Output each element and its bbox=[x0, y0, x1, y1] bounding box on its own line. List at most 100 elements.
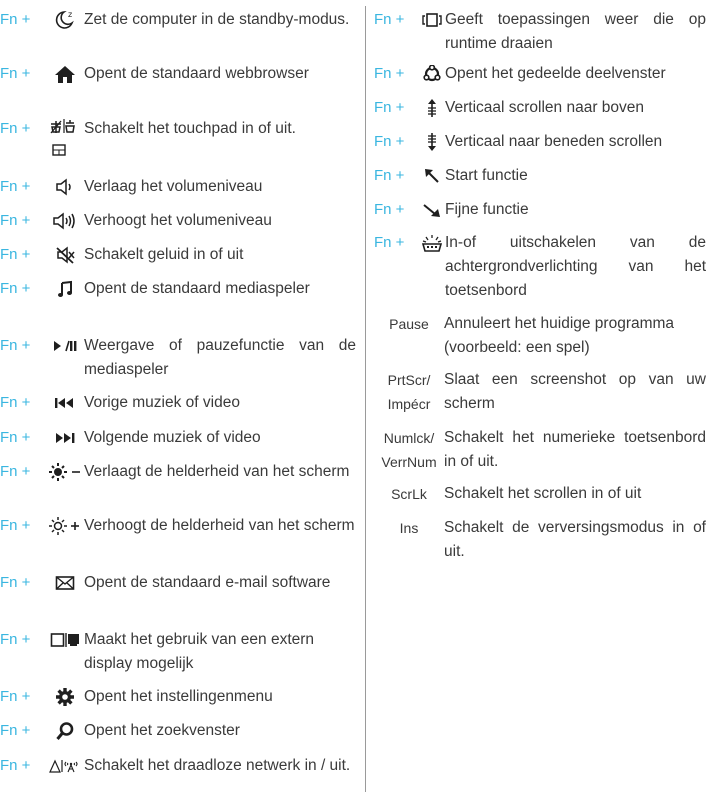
list-item: Fn + Opent het instellingenmenu bbox=[0, 685, 362, 709]
scroll-down-icon bbox=[419, 130, 445, 154]
share-icon bbox=[419, 62, 445, 86]
fn-key-label: Fn + bbox=[0, 120, 31, 137]
key-label-line1: Numlck/ bbox=[383, 430, 435, 446]
item-description: Weergave of pauzefunctie van de mediaspe… bbox=[84, 337, 356, 378]
key-label: PrtScr/Impécr bbox=[374, 368, 444, 416]
list-item: Fn + Schakelt het touchpad in of uit. bbox=[0, 117, 362, 156]
music-note-icon bbox=[46, 277, 84, 301]
volume-down-icon bbox=[46, 175, 84, 199]
moon-zz-icon: z bbox=[46, 8, 84, 32]
list-item: Fn + Vorige muziek of video bbox=[0, 391, 362, 415]
list-item: Fn + Opent de standaard mediaspeler bbox=[0, 277, 362, 301]
key-item: PrtScr/Impécr Slaat een screenshot op va… bbox=[374, 368, 712, 416]
search-icon bbox=[46, 719, 84, 743]
fn-key-label: Fn + bbox=[0, 11, 31, 28]
list-item: Fn + In-of uitschakelen van de achtergro… bbox=[374, 231, 712, 303]
list-item: Fn + Geeft toepassingen weer die op runt… bbox=[374, 8, 712, 56]
key-label-line1: PrtScr/ bbox=[387, 372, 431, 388]
item-description: Annuleert het huidige programma (voorbee… bbox=[444, 315, 675, 356]
key-label: Ins bbox=[399, 520, 419, 536]
item-description: Geeft toepassingen weer die op runtime d… bbox=[445, 11, 706, 52]
item-description: Volgende muziek of video bbox=[84, 429, 261, 446]
fn-key-label: Fn + bbox=[0, 688, 31, 705]
list-item: Fn + Opent de standaard e-mail software bbox=[0, 571, 362, 595]
list-item: Fn + Opent het gedeelde deelvenster bbox=[374, 62, 712, 86]
list-item: Fn + Fijne functie bbox=[374, 198, 712, 222]
list-item: Fn + Schakelt geluid in of uit bbox=[0, 243, 362, 267]
fn-key-label: Fn + bbox=[0, 722, 31, 739]
fn-key-label: Fn + bbox=[374, 99, 405, 116]
external-display-icon bbox=[46, 628, 84, 652]
item-description: Schakelt het draadloze netwerk in / uit. bbox=[84, 757, 351, 774]
item-description: Vorige muziek of video bbox=[84, 394, 240, 411]
list-item: Fn + z Zet de computer in de standby-mod… bbox=[0, 8, 362, 32]
item-description: Schakelt het touchpad in of uit. bbox=[84, 120, 296, 137]
list-item: Fn + Volgende muziek of video bbox=[0, 426, 362, 450]
fn-key-label: Fn + bbox=[374, 65, 405, 82]
play-pause-icon bbox=[46, 334, 84, 358]
list-item: Fn + Start functie bbox=[374, 164, 712, 188]
key-label-line2: VerrNum bbox=[381, 454, 437, 470]
item-description: Verlaag het volumeniveau bbox=[84, 178, 263, 195]
email-icon bbox=[46, 571, 84, 595]
item-description: Opent het instellingenmenu bbox=[84, 688, 273, 705]
item-description: Fijne functie bbox=[445, 201, 529, 218]
keyboard-backlight-icon bbox=[419, 231, 445, 255]
item-description: Slaat een screenshot op van uw scherm bbox=[444, 371, 706, 412]
fn-key-label: Fn + bbox=[374, 11, 405, 28]
touchpad-icon bbox=[46, 117, 84, 156]
item-description: Opent de standaard mediaspeler bbox=[84, 280, 310, 297]
item-description: Start functie bbox=[445, 167, 528, 184]
fn-key-label: Fn + bbox=[374, 167, 405, 184]
list-item: Fn + Verticaal naar beneden scrollen bbox=[374, 130, 712, 154]
scroll-up-icon bbox=[419, 96, 445, 120]
running-apps-icon bbox=[419, 8, 445, 32]
key-item: Ins Schakelt de verversingsmodus in of u… bbox=[374, 516, 712, 564]
fn-key-label: Fn + bbox=[374, 201, 405, 218]
fn-key-label: Fn + bbox=[374, 133, 405, 150]
item-description: Opent de standaard webbrowser bbox=[84, 65, 309, 82]
fn-key-label: Fn + bbox=[0, 280, 31, 297]
key-item: Numlck/VerrNum Schakelt het numerieke to… bbox=[374, 426, 712, 474]
arrow-up-left-icon bbox=[419, 164, 445, 188]
item-description: Schakelt de verversingsmodus in of uit. bbox=[444, 519, 706, 560]
next-track-icon bbox=[46, 426, 84, 450]
item-description: Opent het gedeelde deelvenster bbox=[445, 65, 666, 82]
list-item: Fn + Weergave of pauzefunctie van de med… bbox=[0, 334, 362, 382]
fn-key-label: Fn + bbox=[0, 757, 31, 774]
key-label-line2: Impécr bbox=[387, 396, 431, 412]
item-description: Opent het zoekvenster bbox=[84, 722, 240, 739]
home-icon bbox=[46, 62, 84, 86]
wireless-icon bbox=[46, 754, 84, 778]
fn-key-label: Fn + bbox=[0, 65, 31, 82]
list-item: Fn + Opent de standaard webbrowser bbox=[0, 62, 362, 86]
item-description: Verticaal scrollen naar boven bbox=[445, 99, 645, 116]
fn-key-label: Fn + bbox=[0, 178, 31, 195]
item-description: Zet de computer in de standby-modus. bbox=[84, 11, 350, 28]
item-description: Verhoogt de helderheid van het scherm bbox=[84, 517, 355, 534]
list-item: Fn + Verlaag het volumeniveau bbox=[0, 175, 362, 199]
item-description: Verlaagt de helderheid van het scherm bbox=[84, 463, 350, 480]
item-description: Schakelt geluid in of uit bbox=[84, 246, 244, 263]
key-item: Pause Annuleert het huidige programma (v… bbox=[374, 312, 712, 360]
item-description: Opent de standaard e-mail software bbox=[84, 574, 331, 591]
item-description: Maakt het gebruik van een extern display… bbox=[84, 631, 315, 672]
list-item: Fn + Verticaal scrollen naar boven bbox=[374, 96, 712, 120]
previous-track-icon bbox=[46, 391, 84, 415]
key-label: ScrLk bbox=[391, 486, 427, 502]
list-item: Fn + Verhoogt de helderheid van het sche… bbox=[0, 514, 362, 538]
item-description: Verticaal naar beneden scrollen bbox=[445, 133, 663, 150]
fn-key-label: Fn + bbox=[374, 234, 405, 251]
fn-key-label: Fn + bbox=[0, 463, 31, 480]
column-divider bbox=[365, 6, 366, 792]
key-label: Numlck/VerrNum bbox=[374, 426, 444, 474]
arrow-down-right-icon bbox=[419, 198, 445, 222]
key-item: ScrLk Schakelt het scrollen in of uit bbox=[374, 482, 712, 506]
volume-up-icon bbox=[46, 209, 84, 233]
fn-key-label: Fn + bbox=[0, 394, 31, 411]
item-description: Schakelt het scrollen in of uit bbox=[444, 485, 642, 502]
fn-key-label: Fn + bbox=[0, 246, 31, 263]
list-item: Fn + Verlaagt de helderheid van het sche… bbox=[0, 460, 362, 484]
list-item: Fn + Opent het zoekvenster bbox=[0, 719, 362, 743]
svg-text:z: z bbox=[68, 10, 72, 19]
